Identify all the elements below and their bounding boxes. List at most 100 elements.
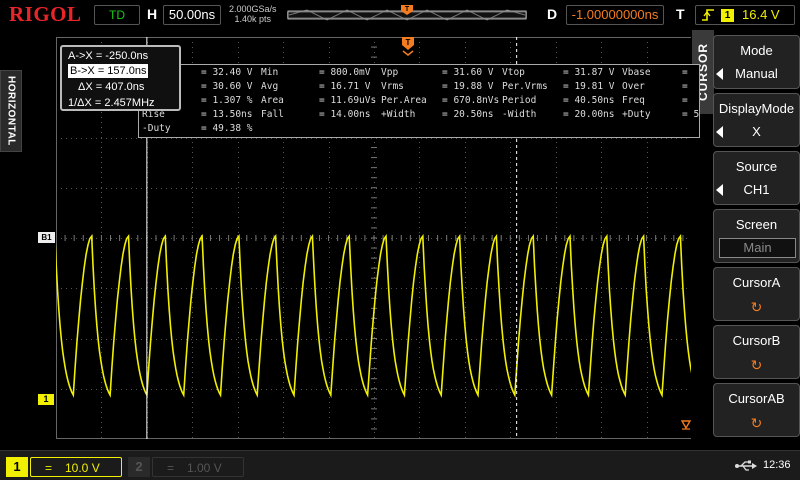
measurement-value: = 40.50ns [563, 95, 615, 106]
measurement-value: = 800.0mV [319, 67, 371, 78]
rising-edge-icon [702, 9, 714, 21]
measurement-value: = 1.307 % [201, 95, 253, 106]
menu-item-mode[interactable]: Mode Manual [713, 35, 800, 89]
menu-item-label: Screen [735, 217, 778, 232]
menu-item-label: Mode [740, 43, 773, 58]
measurement-label: Fall [261, 109, 284, 120]
measurement-label: Area [261, 95, 284, 106]
ch1-marker-label: 1 [43, 394, 49, 404]
menu-item-cursor-ab[interactable]: CursorAB ↻ [713, 383, 800, 437]
ch2-coupling-icon: = [167, 461, 175, 475]
ch1-scale-box[interactable]: = 10.0 V [30, 457, 122, 477]
measurement-value: = 5 [682, 109, 700, 120]
measurement-value: = 14.00ns [319, 109, 371, 120]
measurement-value: = 13.50ns [201, 109, 253, 120]
measurement-label: Vtop [502, 67, 525, 78]
measurement-value: = [682, 67, 694, 78]
menu-item-label: DisplayMode [718, 101, 795, 116]
measurement-label: Per.Vrms [502, 81, 548, 92]
menu-item-value: Main [719, 238, 796, 258]
measurement-value: = 20.00ns [563, 109, 615, 120]
knob-icon: ↻ [750, 299, 763, 315]
ch1-ground-marker[interactable]: 1 [38, 394, 54, 405]
measurement-label: Freq [622, 95, 645, 106]
trigger-source-badge: 1 [721, 9, 734, 22]
ch2-scale-value: 1.00 V [187, 461, 222, 475]
trigger-settings[interactable]: 1 16.4 V [695, 5, 795, 25]
measurement-value: = [682, 81, 694, 92]
horizontal-menu-tab-label: HORIZONTAL [5, 76, 17, 146]
sample-rate: 2.000GSa/s [229, 4, 277, 14]
menu-item-cursor-a[interactable]: CursorA ↻ [713, 267, 800, 321]
measurement-label: +Width [381, 109, 416, 120]
b1-marker[interactable]: B1 [38, 232, 55, 243]
measurement-label: Min [261, 67, 279, 78]
measurement-value: = [682, 95, 694, 106]
measurement-label: -Duty [142, 123, 171, 134]
delay-label: D [547, 6, 558, 22]
top-status-bar: RIGOL TD H 50.00ns 2.000GSa/s 1.40k pts … [0, 0, 800, 30]
ch1-coupling-icon: = [45, 461, 53, 475]
cursor-a-x-value: A->X = -250.0ns [68, 50, 149, 62]
horizontal-menu-tab[interactable]: HORIZONTAL [0, 70, 22, 152]
knob-icon: ↻ [750, 415, 763, 431]
clock: 12:36 [763, 459, 791, 471]
measurement-label: Vbase [622, 67, 651, 78]
knob-icon: ↻ [750, 357, 763, 373]
run-state-indicator[interactable]: TD [94, 5, 140, 25]
trigger-label: T [676, 6, 685, 22]
ch1-badge[interactable]: 1 [6, 457, 28, 477]
measurement-label: Vrms [381, 81, 404, 92]
menu-item-screen[interactable]: Screen Main [713, 209, 800, 263]
cursor-menu: CURSOR Mode Manual DisplayMode X Source … [691, 30, 800, 450]
measurement-value: = 31.60 V [442, 67, 494, 78]
acquisition-info: 2.000GSa/s 1.40k pts [229, 4, 277, 24]
menu-item-label: CursorA [732, 275, 781, 290]
menu-item-display-mode[interactable]: DisplayMode X [713, 93, 800, 147]
b1-marker-label: B1 [41, 233, 52, 242]
memory-depth: 1.40k pts [234, 14, 272, 24]
measurement-value: = 19.81 V [563, 81, 615, 92]
measurement-label: Per.Area [381, 95, 427, 106]
menu-item-label: Source [735, 159, 778, 174]
cursor-readout: A->X = -250.0ns B->X = 157.0ns ΔX = 407.… [60, 45, 181, 111]
svg-text:T: T [406, 38, 411, 47]
measurement-value: = 670.8nVs [442, 95, 500, 106]
menu-item-source[interactable]: Source CH1 [713, 151, 800, 205]
measurement-label: Period [502, 95, 537, 106]
menu-item-value: Manual [735, 66, 778, 81]
menu-item-label: CursorAB [728, 391, 785, 406]
horizontal-delay-value[interactable]: -1.00000000ns [566, 5, 664, 25]
trigger-level-value: 16.4 V [742, 7, 780, 22]
cursor-inverse-delta-x-value: 1/ΔX = 2.457MHz [68, 97, 155, 109]
svg-text:T: T [405, 6, 410, 13]
measurement-label: +Duty [622, 109, 651, 120]
usb-icon [735, 460, 757, 471]
bottom-status-bar: 1 = 10.0 V 2 = 1.00 V 12:36 [0, 450, 800, 480]
measurement-label: Vpp [381, 67, 399, 78]
menu-item-label: CursorB [732, 333, 781, 348]
ch2-badge[interactable]: 2 [128, 457, 150, 477]
horizontal-label: H [147, 6, 158, 22]
measurement-label: Avg [261, 81, 279, 92]
menu-item-value: X [752, 124, 761, 139]
measurement-value: = 30.60 V [201, 81, 253, 92]
measurement-value: = 20.50ns [442, 109, 494, 120]
left-panel: HORIZONTAL [0, 30, 30, 450]
measurement-value: = 32.40 V [201, 67, 253, 78]
measurement-label: Over [622, 81, 645, 92]
ch2-scale-box[interactable]: = 1.00 V [152, 457, 244, 477]
timebase-value[interactable]: 50.00ns [163, 5, 221, 25]
measurement-label: -Width [502, 109, 537, 120]
measurement-value: = 19.88 V [442, 81, 494, 92]
memory-position-bar[interactable]: T [287, 5, 527, 25]
measurement-value: = 49.38 % [201, 123, 253, 134]
measurement-value: = 16.71 V [319, 81, 371, 92]
measurement-table: Vmax= 32.40 VMin= 800.0mVVpp= 31.60 VVto… [138, 64, 700, 138]
cursor-b-x-value: B->X = 157.0ns [68, 64, 149, 78]
menu-item-value: CH1 [743, 182, 770, 197]
menu-item-cursor-b[interactable]: CursorB ↻ [713, 325, 800, 379]
measurement-value: = 31.87 V [563, 67, 615, 78]
cursor-delta-x-value: ΔX = 407.0ns [78, 81, 145, 93]
ch1-scale-value: 10.0 V [65, 461, 100, 475]
